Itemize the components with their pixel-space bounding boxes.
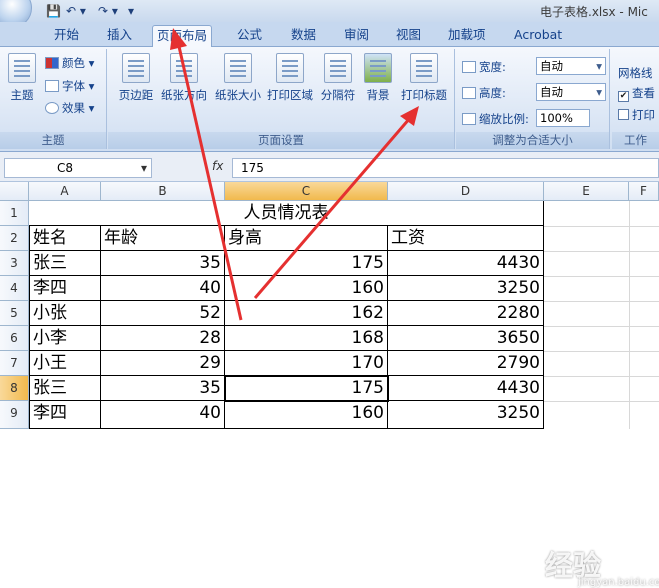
arrow-to-page-layout-tab <box>176 41 243 321</box>
watermark-url: jingyan.baidu.com <box>578 577 659 588</box>
arrowhead-icon <box>170 28 187 50</box>
annotation-arrows <box>170 28 419 321</box>
arrow-to-print-titles <box>253 117 412 299</box>
arrowhead-icon <box>400 106 419 126</box>
